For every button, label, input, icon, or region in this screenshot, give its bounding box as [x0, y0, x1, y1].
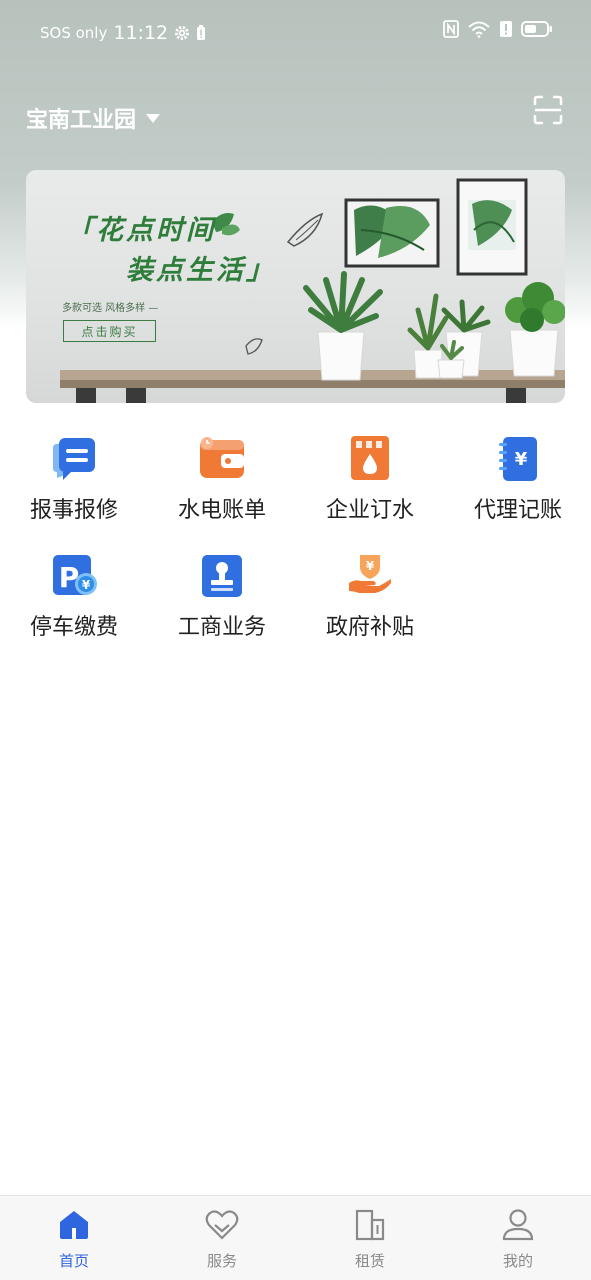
service-subsidy[interactable]: ¥ 政府补贴 [296, 551, 444, 651]
service-label: 政府补贴 [325, 615, 414, 640]
service-label: 报事报修 [29, 498, 118, 523]
battery-alert-icon [197, 25, 206, 40]
park-name: 宝南工业园 [26, 108, 137, 133]
service-parking[interactable]: P ¥ 停车缴费 [0, 551, 148, 651]
stamp-icon [202, 555, 242, 597]
home-icon [60, 1211, 88, 1239]
parking-icon: P ¥ [53, 555, 97, 595]
service-repair[interactable]: 报事报修 [0, 434, 148, 534]
banner-title-line2: 装点生活」 [126, 255, 276, 286]
service-label: 停车缴费 [29, 615, 118, 640]
service-label: 企业订水 [325, 498, 414, 523]
status-bar: SOS only 11:12 [0, 0, 591, 66]
carrier-text: SOS only [40, 24, 108, 42]
battery-icon [521, 21, 552, 37]
nav-label: 租赁 [354, 1252, 385, 1270]
accounting-book-icon: ¥ [499, 437, 537, 481]
building-icon [355, 1209, 385, 1241]
nav-label: 首页 [58, 1252, 89, 1270]
nfc-icon [443, 20, 459, 38]
banner-subtitle: 多款可选 风格多样 — [62, 303, 159, 314]
nav-profile[interactable]: 我的 [444, 1196, 591, 1280]
park-selector[interactable]: 宝南工业园 [26, 102, 161, 134]
banner-title-line1: 「花点时间 [66, 215, 216, 246]
nav-label: 我的 [502, 1252, 533, 1270]
service-label: 工商业务 [177, 615, 266, 640]
service-business[interactable]: 工商业务 [148, 551, 296, 651]
clock-text: 11:12 [113, 22, 169, 44]
promo-banner[interactable]: 「花点时间 装点生活」 多款可选 风格多样 — 点击购买 [26, 170, 565, 403]
nav-label: 服务 [206, 1252, 237, 1270]
svg-text:¥: ¥ [366, 559, 375, 573]
service-label: 代理记账 [473, 498, 562, 523]
svg-text:P: P [59, 561, 80, 594]
banner-buy-button[interactable]: 点击购买 [63, 320, 156, 342]
message-icon [53, 438, 95, 480]
scan-icon[interactable] [532, 94, 564, 126]
nav-service[interactable]: 服务 [148, 1196, 296, 1280]
banner-illustration [60, 178, 565, 403]
alert-icon [500, 21, 512, 37]
service-label: 水电账单 [177, 498, 266, 523]
wifi-icon [468, 21, 490, 38]
nav-lease[interactable]: 租赁 [296, 1196, 444, 1280]
svg-text:¥: ¥ [82, 578, 91, 592]
caret-down-icon [146, 113, 161, 123]
service-utility-bill[interactable]: 水电账单 [148, 434, 296, 534]
nav-home[interactable]: 首页 [0, 1196, 148, 1280]
subsidy-hand-icon: ¥ [349, 555, 391, 593]
settings-gear-icon [175, 26, 190, 40]
wallet-icon [200, 437, 244, 478]
service-water-order[interactable]: 企业订水 [296, 434, 444, 534]
svg-text:¥: ¥ [515, 449, 528, 470]
service-accounting[interactable]: ¥ 代理记账 [444, 434, 591, 534]
heart-icon [205, 1210, 239, 1240]
header: 宝南工业园 [0, 90, 591, 146]
user-icon [502, 1209, 534, 1241]
bottom-nav: 首页 服务 租赁 我的 [0, 1195, 591, 1280]
water-order-icon [351, 436, 389, 480]
